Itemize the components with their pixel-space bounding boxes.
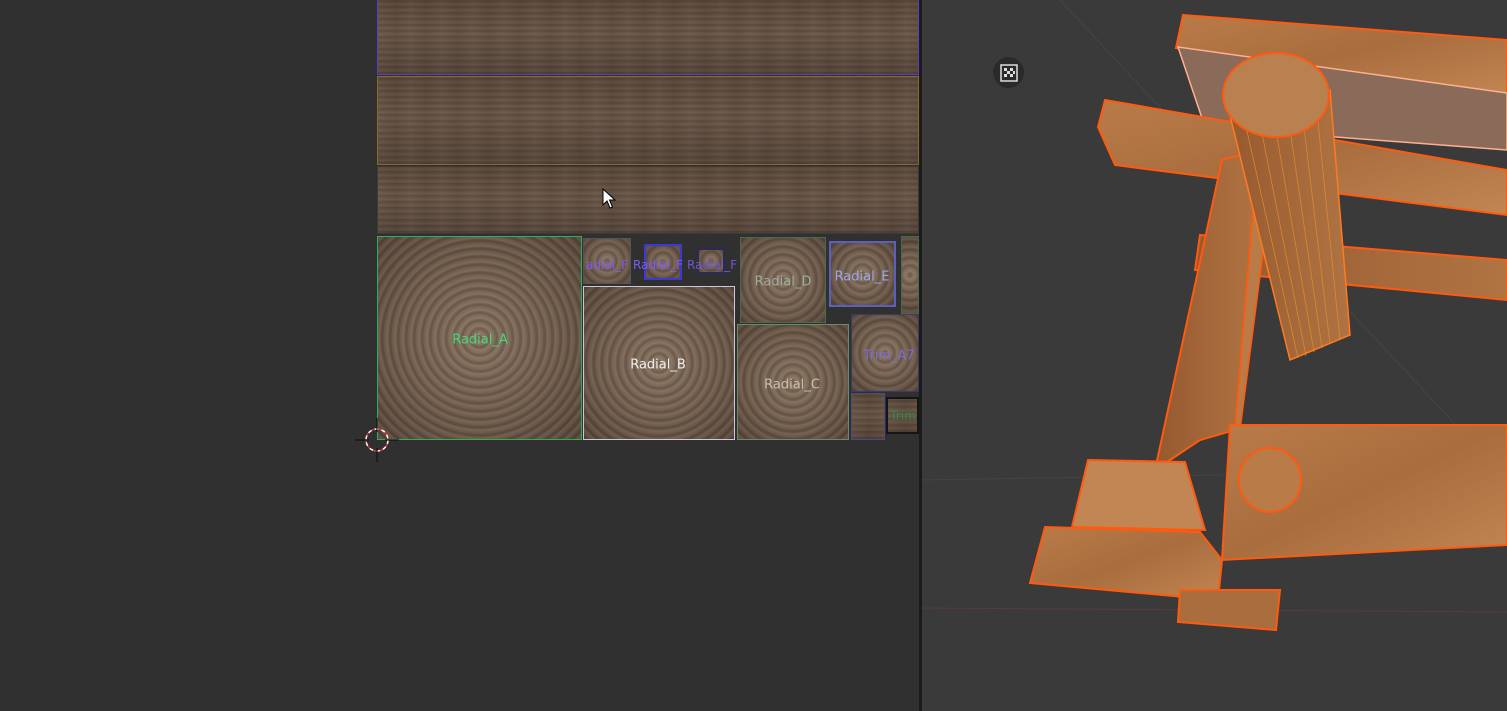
trim-a7-label: Trim_A7 <box>863 348 915 364</box>
wood-stand-model[interactable] <box>922 0 1507 711</box>
uv-island-plank-2[interactable] <box>377 76 919 165</box>
radial-b-label: Radial_B <box>630 357 686 373</box>
uv-island-trim-small[interactable] <box>851 393 885 440</box>
radial-a-label: Radial_A <box>452 332 508 348</box>
radial-d-label: Radial_D <box>754 274 812 290</box>
radial-f2-label: Radial_F <box>633 258 683 272</box>
uv-island-radial-g[interactable] <box>901 236 919 314</box>
radial-e-label: Radial_E <box>834 269 890 285</box>
checker-toggle[interactable] <box>993 57 1024 88</box>
2d-cursor-icon[interactable] <box>355 418 399 462</box>
3d-viewport[interactable] <box>922 0 1507 711</box>
mouse-pointer-icon <box>602 188 616 209</box>
radial-f1-label: adial_F <box>586 258 628 272</box>
uv-island-plank-1[interactable] <box>377 0 919 75</box>
trim-label: Trim <box>890 409 916 423</box>
radial-f3-label: Radial_F <box>687 258 737 272</box>
radial-c-label: Radial_C <box>764 377 820 393</box>
checker-icon <box>999 63 1018 82</box>
uv-editor[interactable]: Radial_A Radial_B Radial_C Radial_D Radi… <box>0 0 919 711</box>
uv-island-plank-3[interactable] <box>377 166 919 234</box>
